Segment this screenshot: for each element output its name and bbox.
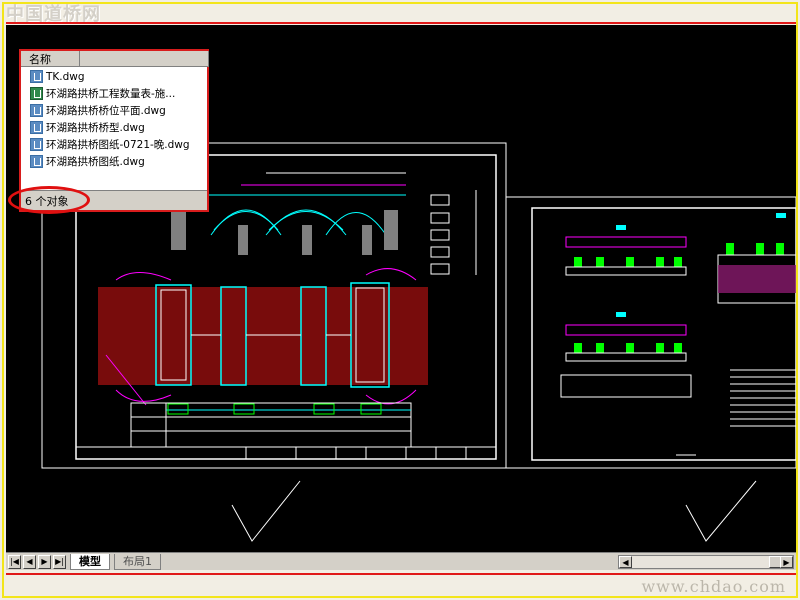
horizontal-scrollbar[interactable]: ◀ ▶ [618,555,794,569]
file-list: TK.dwg 环湖路拱桥工程数量表-施... 环湖路拱桥桥位平面.dwg 环湖路… [21,67,207,170]
next-tab-button[interactable]: ▶ [38,554,51,569]
tab-model[interactable]: 模型 [70,553,110,570]
dwg-file-icon [30,104,43,117]
file-item[interactable]: 环湖路拱桥桥型.dwg [21,119,207,136]
file-name: 环湖路拱桥桥型.dwg [46,122,145,134]
file-item[interactable]: 环湖路拱桥工程数量表-施... [21,85,207,102]
ucs-marker [231,480,757,542]
dwg-file-icon [30,121,43,134]
column-header-label: 名称 [29,50,80,67]
layout-tab-bar: |◀ ◀ ▶ ▶| 模型 布局1 ◀ ▶ [6,552,796,570]
column-header-name[interactable]: 名称 [21,50,209,67]
file-item[interactable]: 环湖路拱桥桥位平面.dwg [21,102,207,119]
first-tab-button[interactable]: |◀ [8,554,21,569]
file-item[interactable]: TK.dwg [21,68,207,85]
scroll-left-arrow[interactable]: ◀ [619,556,632,568]
watermark-bottom: www.chdao.com [641,577,786,596]
file-name: TK.dwg [46,70,85,83]
file-name: 环湖路拱桥工程数量表-施... [46,88,176,100]
highlight-line-bottom [6,573,796,575]
file-list-window: 名称 TK.dwg 环湖路拱桥工程数量表-施... 环湖路拱桥桥位平面.dwg … [19,49,209,212]
file-name: 环湖路拱桥图纸-0721-晚.dwg [46,139,190,151]
dwg-file-icon [30,138,43,151]
file-name: 环湖路拱桥桥位平面.dwg [46,105,166,117]
last-tab-button[interactable]: ▶| [53,554,66,569]
dwg-file-icon [30,70,43,83]
xls-file-icon [30,87,43,100]
prev-tab-button[interactable]: ◀ [23,554,36,569]
tab-layout1[interactable]: 布局1 [114,553,161,570]
highlight-line-top [6,22,796,24]
file-name: 环湖路拱桥图纸.dwg [46,156,145,168]
status-bar: 6 个对象 [21,190,207,210]
file-item[interactable]: 环湖路拱桥图纸.dwg [21,153,207,170]
object-count-status: 6 个对象 [25,194,69,208]
file-item[interactable]: 环湖路拱桥图纸-0721-晚.dwg [21,136,207,153]
scroll-right-arrow[interactable]: ▶ [780,556,793,568]
dwg-file-icon [30,155,43,168]
